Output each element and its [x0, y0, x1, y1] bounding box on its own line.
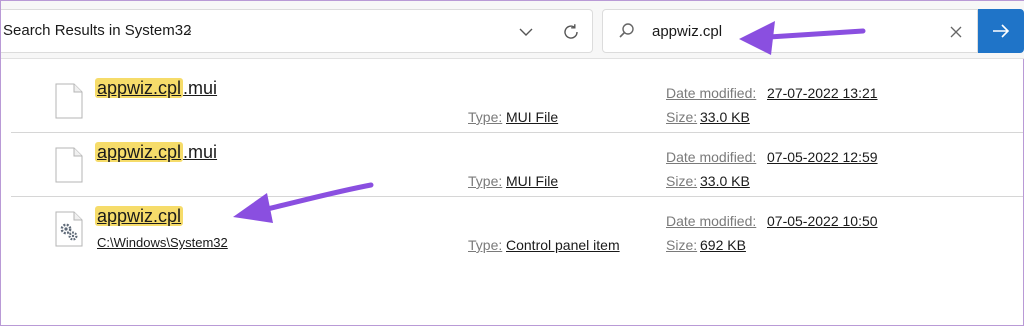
annotation-arrow-search	[739, 21, 866, 55]
date-modified-value: 07-05-2022 12:59	[767, 149, 878, 165]
result-row[interactable]: appwiz.cpl C:\Windows\System32 Type: Con…	[11, 197, 1023, 261]
address-text: Search Results in System32	[3, 22, 192, 39]
file-path[interactable]: C:\Windows\System32	[97, 235, 228, 250]
file-name[interactable]: appwiz.cpl	[95, 206, 184, 227]
size-label: Size:	[666, 237, 698, 253]
date-modified-value: 07-05-2022 10:50	[767, 213, 878, 229]
search-match-highlight: appwiz.cpl	[95, 78, 184, 98]
type-label: Type:	[468, 173, 503, 189]
date-modified-value: 27-07-2022 13:21	[767, 85, 878, 101]
result-row[interactable]: appwiz.cpl .mui Type: MUI File Date modif…	[11, 69, 1023, 133]
search-match-highlight: appwiz.cpl	[95, 206, 184, 226]
breadcrumb-chevron-icon[interactable]: ›	[187, 22, 192, 38]
history-dropdown-button[interactable]	[515, 22, 537, 42]
clear-search-button[interactable]	[945, 21, 967, 43]
date-modified-label: Date modified:	[666, 85, 757, 101]
search-go-button[interactable]	[978, 9, 1024, 53]
size-value: 33.0 KB	[700, 109, 750, 125]
search-match-highlight: appwiz.cpl	[95, 142, 184, 162]
type-value: Control panel item	[506, 237, 620, 253]
size-label: Size:	[666, 109, 698, 125]
type-value: MUI File	[506, 173, 559, 189]
address-bar[interactable]: Search Results in System32 ›	[1, 9, 593, 53]
file-extension: .mui	[183, 142, 218, 162]
search-icon	[619, 23, 634, 38]
type-label: Type:	[468, 237, 503, 253]
refresh-button[interactable]	[559, 20, 583, 44]
explorer-window: Search Results in System32 › appwiz.cpl	[0, 0, 1024, 326]
close-icon	[950, 26, 962, 38]
settings-file-icon	[55, 211, 83, 247]
result-row[interactable]: appwiz.cpl .mui Type: MUI File Date modif…	[11, 133, 1023, 197]
size-label: Size:	[666, 173, 698, 189]
annotation-arrow-result	[233, 182, 374, 223]
size-value: 33.0 KB	[700, 173, 750, 189]
document-icon	[55, 147, 83, 183]
arrow-right-icon	[993, 24, 1010, 38]
search-input[interactable]: appwiz.cpl	[652, 23, 722, 40]
file-extension: .mui	[183, 78, 218, 98]
date-modified-label: Date modified:	[666, 149, 757, 165]
document-icon	[55, 83, 83, 119]
refresh-icon	[564, 24, 578, 39]
type-label: Type:	[468, 109, 503, 125]
chevron-down-icon	[519, 28, 533, 36]
file-name[interactable]: appwiz.cpl .mui	[95, 78, 217, 99]
date-modified-label: Date modified:	[666, 213, 757, 229]
type-value: MUI File	[506, 109, 559, 125]
size-value: 692 KB	[700, 237, 746, 253]
file-name[interactable]: appwiz.cpl .mui	[95, 142, 217, 163]
